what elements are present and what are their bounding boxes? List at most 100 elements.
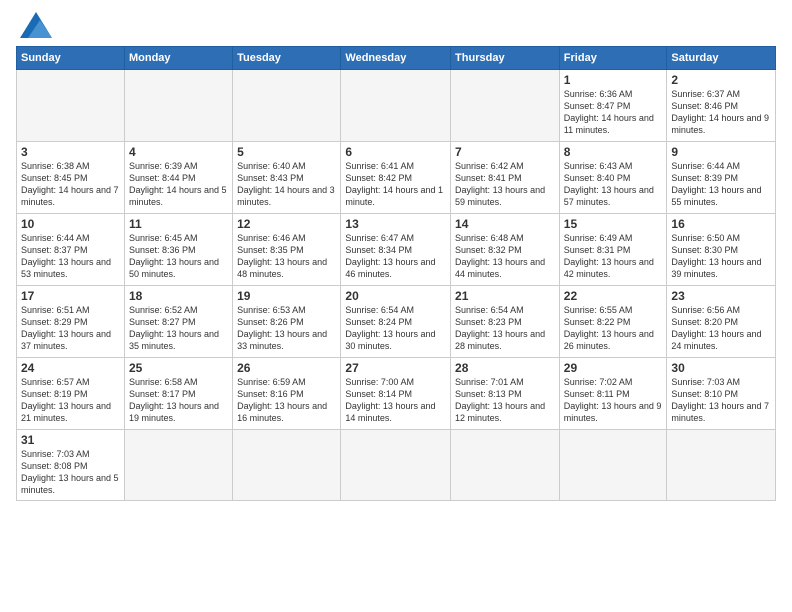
day-info: Sunrise: 6:48 AM Sunset: 8:32 PM Dayligh…: [455, 232, 555, 281]
calendar-cell: 14Sunrise: 6:48 AM Sunset: 8:32 PM Dayli…: [451, 214, 560, 286]
day-info: Sunrise: 6:45 AM Sunset: 8:36 PM Dayligh…: [129, 232, 228, 281]
page: Sunday Monday Tuesday Wednesday Thursday…: [0, 0, 792, 612]
col-tuesday: Tuesday: [233, 47, 341, 70]
col-friday: Friday: [559, 47, 667, 70]
day-info: Sunrise: 6:58 AM Sunset: 8:17 PM Dayligh…: [129, 376, 228, 425]
day-number: 19: [237, 289, 336, 303]
calendar-cell: [341, 70, 451, 142]
calendar-week-row: 31Sunrise: 7:03 AM Sunset: 8:08 PM Dayli…: [17, 430, 776, 501]
day-info: Sunrise: 7:02 AM Sunset: 8:11 PM Dayligh…: [564, 376, 663, 425]
day-number: 13: [345, 217, 446, 231]
calendar-cell: 9Sunrise: 6:44 AM Sunset: 8:39 PM Daylig…: [667, 142, 776, 214]
day-number: 10: [21, 217, 120, 231]
day-number: 6: [345, 145, 446, 159]
day-number: 12: [237, 217, 336, 231]
logo: [16, 12, 52, 38]
calendar-week-row: 24Sunrise: 6:57 AM Sunset: 8:19 PM Dayli…: [17, 358, 776, 430]
day-number: 7: [455, 145, 555, 159]
day-number: 1: [564, 73, 663, 87]
calendar-cell: 19Sunrise: 6:53 AM Sunset: 8:26 PM Dayli…: [233, 286, 341, 358]
calendar-cell: 29Sunrise: 7:02 AM Sunset: 8:11 PM Dayli…: [559, 358, 667, 430]
calendar-week-row: 10Sunrise: 6:44 AM Sunset: 8:37 PM Dayli…: [17, 214, 776, 286]
day-info: Sunrise: 7:03 AM Sunset: 8:08 PM Dayligh…: [21, 448, 120, 497]
calendar-cell: 18Sunrise: 6:52 AM Sunset: 8:27 PM Dayli…: [124, 286, 232, 358]
calendar-cell: 31Sunrise: 7:03 AM Sunset: 8:08 PM Dayli…: [17, 430, 125, 501]
calendar-cell: [233, 70, 341, 142]
day-number: 26: [237, 361, 336, 375]
day-number: 16: [671, 217, 771, 231]
calendar-cell: 21Sunrise: 6:54 AM Sunset: 8:23 PM Dayli…: [451, 286, 560, 358]
calendar-cell: 4Sunrise: 6:39 AM Sunset: 8:44 PM Daylig…: [124, 142, 232, 214]
calendar-cell: 24Sunrise: 6:57 AM Sunset: 8:19 PM Dayli…: [17, 358, 125, 430]
calendar-cell: [124, 430, 232, 501]
calendar-cell: [451, 70, 560, 142]
day-info: Sunrise: 6:57 AM Sunset: 8:19 PM Dayligh…: [21, 376, 120, 425]
calendar-cell: 1Sunrise: 6:36 AM Sunset: 8:47 PM Daylig…: [559, 70, 667, 142]
day-info: Sunrise: 6:43 AM Sunset: 8:40 PM Dayligh…: [564, 160, 663, 209]
day-number: 27: [345, 361, 446, 375]
calendar-cell: 25Sunrise: 6:58 AM Sunset: 8:17 PM Dayli…: [124, 358, 232, 430]
day-info: Sunrise: 6:52 AM Sunset: 8:27 PM Dayligh…: [129, 304, 228, 353]
calendar-cell: 26Sunrise: 6:59 AM Sunset: 8:16 PM Dayli…: [233, 358, 341, 430]
col-wednesday: Wednesday: [341, 47, 451, 70]
day-info: Sunrise: 6:50 AM Sunset: 8:30 PM Dayligh…: [671, 232, 771, 281]
day-number: 17: [21, 289, 120, 303]
day-number: 5: [237, 145, 336, 159]
calendar-cell: 13Sunrise: 6:47 AM Sunset: 8:34 PM Dayli…: [341, 214, 451, 286]
calendar-cell: 15Sunrise: 6:49 AM Sunset: 8:31 PM Dayli…: [559, 214, 667, 286]
day-info: Sunrise: 6:41 AM Sunset: 8:42 PM Dayligh…: [345, 160, 446, 209]
day-number: 3: [21, 145, 120, 159]
calendar-cell: 17Sunrise: 6:51 AM Sunset: 8:29 PM Dayli…: [17, 286, 125, 358]
day-info: Sunrise: 7:03 AM Sunset: 8:10 PM Dayligh…: [671, 376, 771, 425]
calendar-table: Sunday Monday Tuesday Wednesday Thursday…: [16, 46, 776, 501]
day-number: 30: [671, 361, 771, 375]
day-info: Sunrise: 6:44 AM Sunset: 8:39 PM Dayligh…: [671, 160, 771, 209]
calendar-cell: [667, 430, 776, 501]
day-info: Sunrise: 6:42 AM Sunset: 8:41 PM Dayligh…: [455, 160, 555, 209]
day-number: 20: [345, 289, 446, 303]
day-number: 24: [21, 361, 120, 375]
calendar-cell: [17, 70, 125, 142]
day-number: 11: [129, 217, 228, 231]
calendar-cell: 11Sunrise: 6:45 AM Sunset: 8:36 PM Dayli…: [124, 214, 232, 286]
logo-icon: [20, 12, 52, 38]
calendar-cell: 16Sunrise: 6:50 AM Sunset: 8:30 PM Dayli…: [667, 214, 776, 286]
day-info: Sunrise: 6:44 AM Sunset: 8:37 PM Dayligh…: [21, 232, 120, 281]
day-number: 8: [564, 145, 663, 159]
day-info: Sunrise: 7:01 AM Sunset: 8:13 PM Dayligh…: [455, 376, 555, 425]
calendar-cell: [451, 430, 560, 501]
calendar-cell: 7Sunrise: 6:42 AM Sunset: 8:41 PM Daylig…: [451, 142, 560, 214]
day-info: Sunrise: 7:00 AM Sunset: 8:14 PM Dayligh…: [345, 376, 446, 425]
calendar-cell: 23Sunrise: 6:56 AM Sunset: 8:20 PM Dayli…: [667, 286, 776, 358]
header: [16, 12, 776, 38]
day-info: Sunrise: 6:51 AM Sunset: 8:29 PM Dayligh…: [21, 304, 120, 353]
calendar-cell: 28Sunrise: 7:01 AM Sunset: 8:13 PM Dayli…: [451, 358, 560, 430]
col-monday: Monday: [124, 47, 232, 70]
calendar-cell: [559, 430, 667, 501]
calendar-week-row: 3Sunrise: 6:38 AM Sunset: 8:45 PM Daylig…: [17, 142, 776, 214]
calendar-cell: 3Sunrise: 6:38 AM Sunset: 8:45 PM Daylig…: [17, 142, 125, 214]
calendar-cell: 2Sunrise: 6:37 AM Sunset: 8:46 PM Daylig…: [667, 70, 776, 142]
calendar-cell: [124, 70, 232, 142]
col-thursday: Thursday: [451, 47, 560, 70]
calendar-header-row: Sunday Monday Tuesday Wednesday Thursday…: [17, 47, 776, 70]
calendar-week-row: 1Sunrise: 6:36 AM Sunset: 8:47 PM Daylig…: [17, 70, 776, 142]
day-info: Sunrise: 6:40 AM Sunset: 8:43 PM Dayligh…: [237, 160, 336, 209]
day-info: Sunrise: 6:54 AM Sunset: 8:23 PM Dayligh…: [455, 304, 555, 353]
calendar-cell: [233, 430, 341, 501]
day-info: Sunrise: 6:47 AM Sunset: 8:34 PM Dayligh…: [345, 232, 446, 281]
calendar-cell: 6Sunrise: 6:41 AM Sunset: 8:42 PM Daylig…: [341, 142, 451, 214]
calendar-cell: 10Sunrise: 6:44 AM Sunset: 8:37 PM Dayli…: [17, 214, 125, 286]
day-info: Sunrise: 6:36 AM Sunset: 8:47 PM Dayligh…: [564, 88, 663, 137]
calendar-cell: 20Sunrise: 6:54 AM Sunset: 8:24 PM Dayli…: [341, 286, 451, 358]
calendar-cell: [341, 430, 451, 501]
day-number: 14: [455, 217, 555, 231]
day-info: Sunrise: 6:49 AM Sunset: 8:31 PM Dayligh…: [564, 232, 663, 281]
day-number: 23: [671, 289, 771, 303]
day-info: Sunrise: 6:56 AM Sunset: 8:20 PM Dayligh…: [671, 304, 771, 353]
day-number: 25: [129, 361, 228, 375]
calendar-cell: 30Sunrise: 7:03 AM Sunset: 8:10 PM Dayli…: [667, 358, 776, 430]
day-info: Sunrise: 6:39 AM Sunset: 8:44 PM Dayligh…: [129, 160, 228, 209]
day-number: 15: [564, 217, 663, 231]
calendar-cell: 5Sunrise: 6:40 AM Sunset: 8:43 PM Daylig…: [233, 142, 341, 214]
